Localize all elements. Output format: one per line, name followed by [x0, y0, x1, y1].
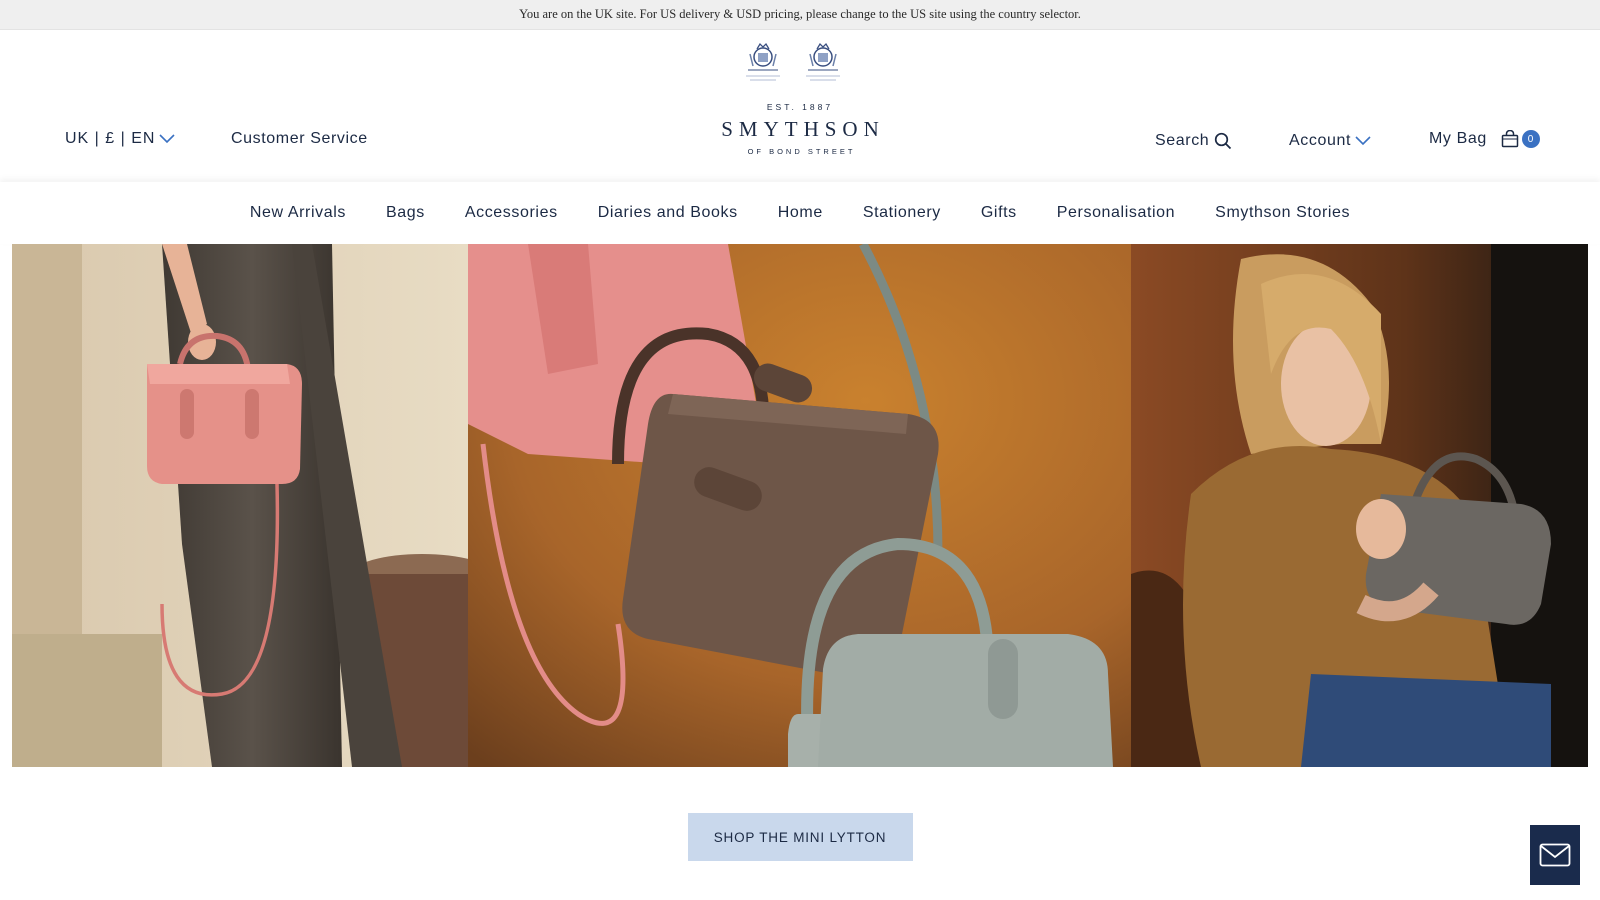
- nav-item-personalisation[interactable]: Personalisation: [1037, 204, 1195, 222]
- main-navigation: New Arrivals Bags Accessories Diaries an…: [0, 182, 1600, 244]
- chevron-down-icon: [1355, 136, 1371, 146]
- search-label: Search: [1155, 132, 1210, 149]
- bag-label: My Bag: [1429, 130, 1487, 147]
- royal-warrants: [740, 40, 846, 84]
- search-icon: [1215, 132, 1232, 150]
- hero-image-model-grey-bag: [1131, 244, 1588, 767]
- royal-crest-icon: [806, 42, 840, 81]
- nav-item-bags[interactable]: Bags: [366, 204, 445, 222]
- site-notice-text: You are on the UK site. For US delivery …: [519, 7, 1081, 21]
- cta-container: SHOP THE MINI LYTTON: [0, 813, 1600, 861]
- shop-mini-lytton-button[interactable]: SHOP THE MINI LYTTON: [687, 813, 913, 861]
- envelope-icon: [1539, 843, 1571, 867]
- nav-item-smythson-stories[interactable]: Smythson Stories: [1195, 204, 1370, 222]
- hero-image-bags-flatlay: [468, 244, 1131, 767]
- site-logo[interactable]: EST. 1887 SMYTHSON OF BOND STREET: [700, 102, 900, 156]
- bag-count-badge: 0: [1521, 130, 1540, 148]
- site-header: UK | £ | EN Customer Service EST. 1887 S…: [0, 30, 1600, 180]
- hero-banner[interactable]: [12, 244, 1588, 767]
- site-notice-bar: You are on the UK site. For US delivery …: [0, 0, 1600, 30]
- hero-image-model-pink-bag: [12, 244, 468, 767]
- locale-selector[interactable]: UK | £ | EN: [65, 130, 176, 148]
- newsletter-button[interactable]: [1530, 825, 1580, 885]
- logo-sub-text: OF BOND STREET: [747, 147, 856, 156]
- bag-icon-group: 0: [1501, 130, 1540, 148]
- nav-item-stationery[interactable]: Stationery: [843, 204, 961, 222]
- search-button[interactable]: Search: [1155, 132, 1232, 150]
- nav-item-home[interactable]: Home: [758, 204, 843, 222]
- nav-item-new-arrivals[interactable]: New Arrivals: [230, 204, 366, 222]
- locale-label: UK | £ | EN: [65, 130, 156, 147]
- account-label: Account: [1289, 132, 1352, 149]
- shopping-bag-icon: [1501, 130, 1519, 148]
- chevron-down-icon: [159, 134, 176, 144]
- nav-item-diaries-and-books[interactable]: Diaries and Books: [578, 204, 758, 222]
- account-menu[interactable]: Account: [1289, 132, 1371, 150]
- my-bag-button[interactable]: My Bag 0: [1429, 130, 1540, 148]
- nav-item-gifts[interactable]: Gifts: [961, 204, 1037, 222]
- logo-est-text: EST. 1887: [766, 102, 834, 112]
- customer-service-link[interactable]: Customer Service: [231, 130, 368, 148]
- royal-crest-icon: [746, 42, 780, 81]
- nav-item-accessories[interactable]: Accessories: [445, 204, 578, 222]
- logo-name-text: SMYTHSON: [721, 117, 885, 141]
